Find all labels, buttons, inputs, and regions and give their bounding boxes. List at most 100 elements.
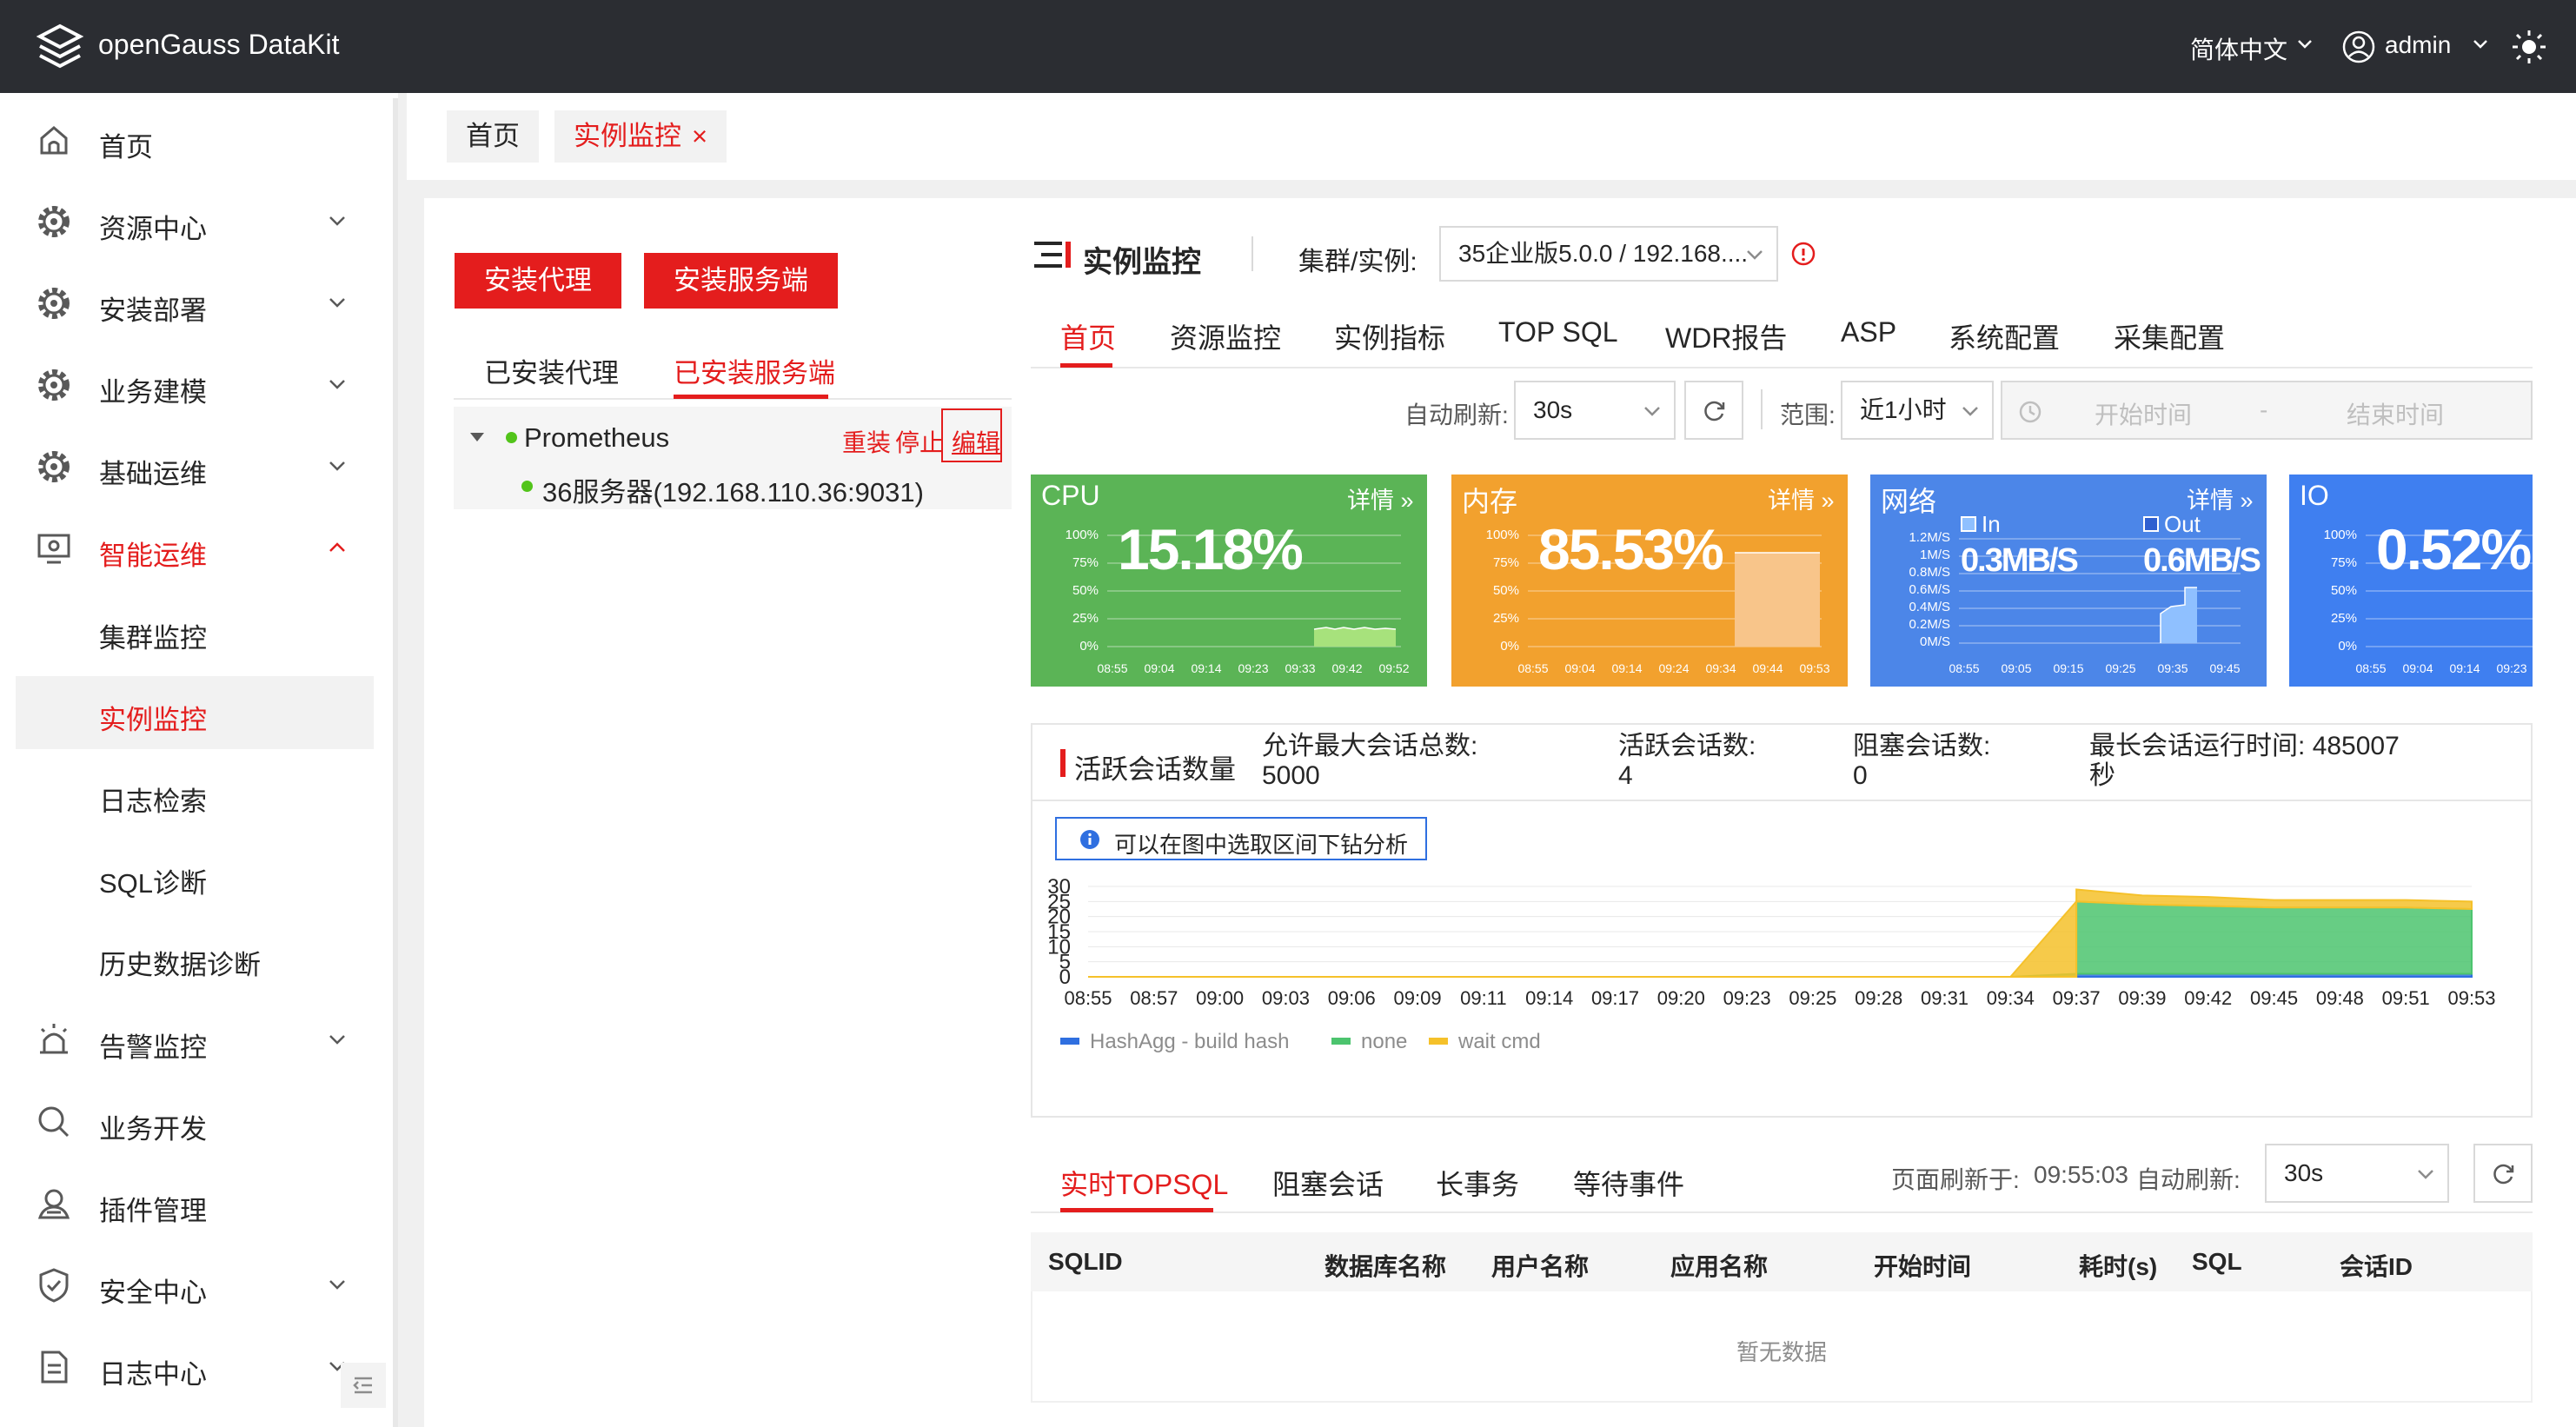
page-tab-instance-monitor[interactable]: 实例监控 × <box>554 110 727 163</box>
sidebar-item-alarm[interactable]: 告警监控 <box>0 1003 374 1078</box>
language-select[interactable]: 简体中文 <box>2190 31 2287 66</box>
legend-swatch <box>1429 1038 1448 1045</box>
info-icon[interactable] <box>1790 241 1816 267</box>
sidebar-item-business-modeling[interactable]: 业务建模 <box>0 348 374 422</box>
active-sessions-chart[interactable]: 30252015105008:55 08:57 09:00 09:03 09:06 09:… <box>1032 869 2531 1112</box>
svg-text:09:05: 09:05 <box>2001 661 2031 675</box>
sidebar-subitem-label: 实例监控 <box>99 705 207 735</box>
svg-text:09:42: 09:42 <box>1331 661 1362 675</box>
topsql-refresh-button[interactable] <box>2473 1144 2533 1203</box>
sidebar-subitem-label: SQL诊断 <box>99 868 208 899</box>
x-tick-label: 08:57 <box>1130 987 1178 1009</box>
start-time-input[interactable]: 开始时间 <box>2095 396 2192 431</box>
cpu-card: CPU 详情 » 15.18% 100% 75% 50% 25% 0% 08:55 09:… <box>1031 475 1427 687</box>
range-select[interactable]: 近1小时 <box>1841 381 1994 440</box>
tab-long-transactions[interactable]: 长事务 <box>1436 1163 1519 1203</box>
x-tick-label: 09:39 <box>2118 987 2166 1009</box>
caret-down-icon[interactable] <box>469 431 485 443</box>
sidebar-subitem-log-search[interactable]: 日志检索 <box>16 758 374 831</box>
cluster-select[interactable]: 35企业版5.0.0 / 192.168.... <box>1439 226 1778 282</box>
sidebar-item-smart-ops[interactable]: 智能运维 <box>0 511 374 586</box>
refreshed-label: 页面刷新于: <box>1891 1166 2020 1193</box>
x-tick-label: 09:03 <box>1262 987 1310 1009</box>
column-header-user: 用户名称 <box>1491 1253 1590 1280</box>
chevron-down-icon[interactable] <box>2296 38 2314 50</box>
x-tick-label: 09:34 <box>1987 987 2035 1009</box>
sidebar-item-label: 日志中心 <box>99 1359 207 1390</box>
user-name[interactable]: admin <box>2385 31 2451 59</box>
tab-asp[interactable]: ASP <box>1841 316 1896 348</box>
refresh-button[interactable] <box>1684 381 1743 440</box>
blocked-sessions-label: 阻塞会话数: <box>1853 732 1991 760</box>
sidebar-subitem-sql-diagnosis[interactable]: SQL诊断 <box>16 840 374 913</box>
svg-text:09:53: 09:53 <box>1799 661 1829 675</box>
stop-link[interactable]: 停止 <box>895 424 944 459</box>
topsql-auto-refresh-label: 自动刷新: <box>2136 1166 2241 1193</box>
sidebar-subitem-cluster-monitor[interactable]: 集群监控 <box>16 594 374 667</box>
tab-blocked-sessions[interactable]: 阻塞会话 <box>1272 1163 1384 1203</box>
column-header-application: 应用名称 <box>1670 1253 1769 1280</box>
svg-text:0%: 0% <box>1079 639 1099 654</box>
max-sessions-label: 允许最大会话总数: <box>1262 732 1478 760</box>
svg-text:50%: 50% <box>1493 583 1519 598</box>
page-tab-home[interactable]: 首页 <box>447 110 539 163</box>
tree-node-server[interactable]: 36服务器(192.168.110.36:9031) <box>542 470 924 509</box>
tab-collect-config[interactable]: 采集配置 <box>2114 316 2225 356</box>
svg-text:09:25: 09:25 <box>2105 661 2135 675</box>
sidebar-item-home[interactable]: 首页 <box>0 103 374 177</box>
sidebar-subitem-history-diagnosis[interactable]: 历史数据诊断 <box>16 921 374 994</box>
x-tick-label: 09:00 <box>1196 987 1244 1009</box>
max-sessions: 允许最大会话总数: 5000 <box>1262 732 1477 791</box>
tab-top-sql[interactable]: TOP SQL <box>1498 316 1618 348</box>
svg-text:0.6M/S: 0.6M/S <box>1909 582 1950 597</box>
tab-installed-agent[interactable]: 已安装代理 <box>484 351 619 390</box>
install-server-button[interactable]: 安装服务端 <box>644 253 838 309</box>
edit-link[interactable]: 编辑 <box>941 408 1002 462</box>
svg-text:75%: 75% <box>2331 555 2357 570</box>
alarm-icon <box>40 1024 68 1054</box>
svg-text:25%: 25% <box>2331 611 2357 626</box>
tab-installed-server[interactable]: 已安装服务端 <box>674 351 835 390</box>
date-range-picker[interactable]: 开始时间 - 结束时间 <box>2001 381 2533 440</box>
x-tick-label: 09:31 <box>1921 987 1969 1009</box>
column-header-database: 数据库名称 <box>1325 1253 1447 1280</box>
tab-realtime-topsql[interactable]: 实时TOPSQL <box>1060 1163 1228 1203</box>
list-icon <box>1034 242 1071 268</box>
user-avatar-icon[interactable] <box>2341 30 2376 64</box>
svg-text:100%: 100% <box>1486 528 1519 542</box>
sidebar-collapse-button[interactable] <box>341 1363 386 1408</box>
sidebar-item-plugin[interactable]: 插件管理 <box>0 1166 374 1241</box>
tab-wait-events[interactable]: 等待事件 <box>1573 1163 1684 1203</box>
sidebar-item-basic-ops[interactable]: 基础运维 <box>0 429 374 504</box>
end-time-input[interactable]: 结束时间 <box>2347 396 2444 431</box>
close-icon[interactable]: × <box>692 121 707 151</box>
sidebar-item-resource-center[interactable]: 资源中心 <box>0 184 374 259</box>
tab-system-config[interactable]: 系统配置 <box>1949 316 2060 356</box>
x-tick-label: 09:17 <box>1591 987 1639 1009</box>
monitor-icon <box>37 534 70 564</box>
tab-resource-monitor[interactable]: 资源监控 <box>1170 316 1281 356</box>
tree-node-prometheus[interactable]: Prometheus <box>524 422 669 454</box>
sidebar-item-business-dev[interactable]: 业务开发 <box>0 1085 374 1159</box>
auto-refresh-select[interactable]: 30s <box>1514 381 1676 440</box>
chevron-down-icon[interactable] <box>2472 38 2489 50</box>
theme-sun-icon[interactable] <box>2510 28 2548 66</box>
tab-home[interactable]: 首页 <box>1060 316 1116 356</box>
install-agent-button[interactable]: 安装代理 <box>455 253 621 309</box>
tab-active-indicator <box>1060 363 1112 368</box>
reinstall-link[interactable]: 重装 <box>842 424 891 459</box>
svg-text:09:14: 09:14 <box>1611 661 1642 675</box>
topsql-auto-refresh-select[interactable]: 30s <box>2265 1144 2449 1203</box>
tab-instance-metrics[interactable]: 实例指标 <box>1334 316 1445 356</box>
sidebar-item-security[interactable]: 安全中心 <box>0 1248 374 1323</box>
tab-wdr-report[interactable]: WDR报告 <box>1665 316 1787 356</box>
sidebar-scrollbar[interactable] <box>393 98 398 1427</box>
page-tab-label: 实例监控 <box>574 121 681 151</box>
legend-swatch <box>1331 1038 1351 1045</box>
svg-text:09:24: 09:24 <box>1658 661 1689 675</box>
active-sessions-label: 活跃会话数: <box>1618 732 1756 760</box>
sidebar-item-install-deploy[interactable]: 安装部署 <box>0 266 374 341</box>
svg-text:08:55: 08:55 <box>1949 661 1979 675</box>
sidebar-item-log-center[interactable]: 日志中心 <box>0 1330 374 1404</box>
sidebar-subitem-instance-monitor[interactable]: 实例监控 <box>16 676 374 749</box>
